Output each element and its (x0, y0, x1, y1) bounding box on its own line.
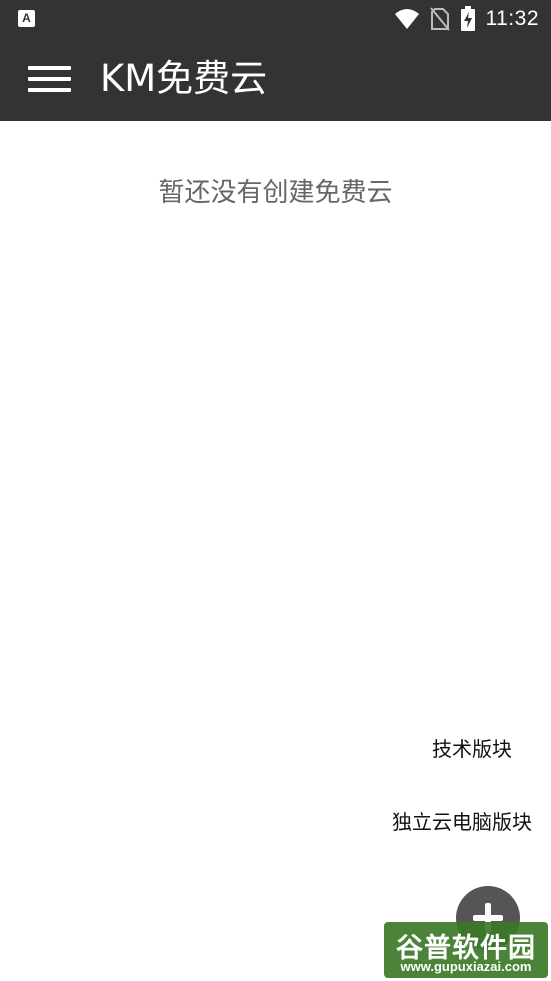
status-icons: 11:32 (394, 0, 540, 38)
status-bar: A 11:32 (0, 0, 551, 38)
empty-state-message: 暂还没有创建免费云 (158, 178, 393, 208)
battery-charging-icon (460, 6, 475, 31)
app-toolbar: KM免费云 (0, 38, 551, 121)
app-screen: A 11:32 KM免费云 暂还没有创建免费云 技术版块 独立云电脑版块 谷普软… (0, 0, 551, 981)
hamburger-menu-icon[interactable] (28, 64, 72, 94)
page-title: KM免费云 (100, 57, 268, 100)
watermark-logo: 谷普软件园 www.gupuxiazai.com (384, 922, 548, 978)
no-sim-icon (429, 7, 450, 31)
fab-menu-item-cloud-pc[interactable]: 独立云电脑版块 (392, 806, 532, 835)
wifi-icon (394, 9, 419, 29)
clock-time: 11:32 (485, 7, 539, 30)
fab-menu-item-tech[interactable]: 技术版块 (432, 733, 512, 762)
notification-app-icon: A (18, 10, 35, 27)
watermark-url: www.gupuxiazai.com (400, 959, 532, 974)
